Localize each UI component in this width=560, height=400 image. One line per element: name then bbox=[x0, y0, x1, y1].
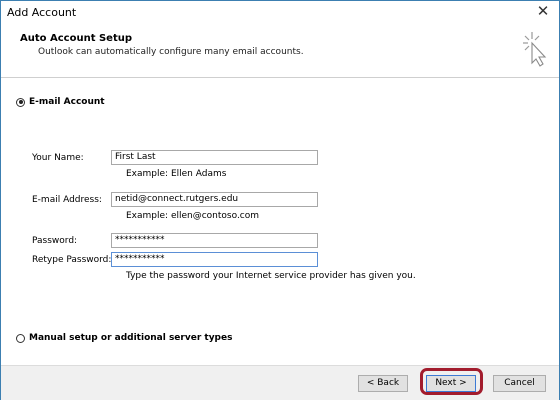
retype-password-field[interactable]: *********** bbox=[111, 252, 318, 267]
wizard-sparkle-icon bbox=[523, 32, 547, 67]
button-bar: < Back Next > Cancel bbox=[1, 365, 559, 400]
your-name-field[interactable]: First Last bbox=[111, 150, 318, 165]
email-address-example: Example: ellen@contoso.com bbox=[126, 211, 260, 221]
your-name-label: Your Name: bbox=[32, 153, 84, 163]
cancel-button[interactable]: Cancel bbox=[493, 375, 546, 392]
email-address-label: E-mail Address: bbox=[32, 195, 102, 205]
wizard-content: E-mail Account Your Name: First Last Exa… bbox=[1, 78, 559, 365]
password-label: Password: bbox=[32, 236, 78, 246]
header-title: Auto Account Setup bbox=[20, 33, 132, 44]
email-address-field[interactable]: netid@connect.rutgers.edu bbox=[111, 192, 318, 207]
manual-setup-label: Manual setup or additional server types bbox=[29, 333, 233, 343]
password-hint: Type the password your Internet service … bbox=[126, 271, 416, 281]
title-bar: Add Account ✕ bbox=[1, 1, 559, 27]
password-field[interactable]: *********** bbox=[111, 233, 318, 248]
retype-password-label: Retype Password: bbox=[32, 255, 112, 265]
back-button[interactable]: < Back bbox=[358, 375, 408, 392]
window-title: Add Account bbox=[7, 6, 77, 19]
wizard-header: Auto Account Setup Outlook can automatic… bbox=[1, 27, 559, 78]
manual-setup-radio[interactable] bbox=[16, 333, 25, 343]
next-button[interactable]: Next > bbox=[426, 375, 476, 392]
email-account-option[interactable]: E-mail Account bbox=[16, 97, 105, 107]
header-subtitle: Outlook can automatically configure many… bbox=[38, 47, 304, 57]
manual-setup-option[interactable]: Manual setup or additional server types bbox=[16, 333, 232, 343]
close-icon[interactable]: ✕ bbox=[535, 3, 551, 19]
email-account-radio[interactable] bbox=[16, 97, 25, 107]
email-account-label: E-mail Account bbox=[29, 97, 105, 107]
your-name-example: Example: Ellen Adams bbox=[126, 169, 227, 179]
add-account-dialog: Add Account ✕ Auto Account Setup Outlook… bbox=[0, 0, 560, 400]
